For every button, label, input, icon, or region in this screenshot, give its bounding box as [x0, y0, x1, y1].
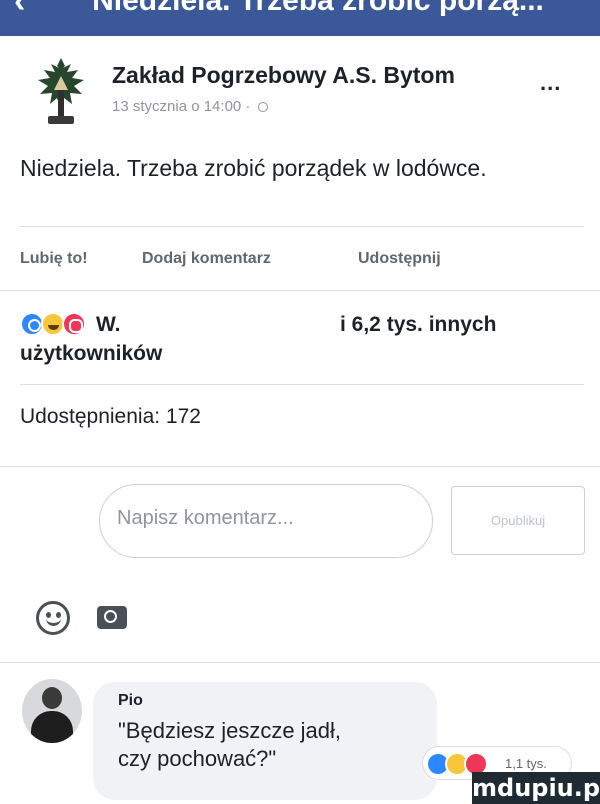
shares-count[interactable]: Udostępnienia: 172: [20, 405, 201, 429]
back-arrow-icon[interactable]: ‹: [14, 0, 25, 21]
emoji-icon[interactable]: [36, 601, 70, 635]
emoji-mouth: [46, 617, 61, 626]
divider: [0, 662, 600, 663]
love-reaction-icon: [62, 312, 86, 336]
reaction-users-label[interactable]: użytkowników: [20, 342, 162, 366]
comment-input[interactable]: Napisz komentarz...: [99, 484, 433, 558]
divider: [20, 226, 584, 227]
avatar-head: [42, 687, 62, 709]
post-date: 13 stycznia o 14:00 ·: [112, 98, 251, 115]
reaction-count[interactable]: i 6,2 tys. innych: [340, 313, 496, 337]
top-bar: ‹ Niedziela. Trzeba zrobić porzą...: [0, 0, 600, 36]
globe-icon: [257, 102, 268, 113]
comment-button[interactable]: Dodaj komentarz: [142, 250, 271, 268]
watermark: mdupiu.pl: [472, 772, 600, 804]
comment-author[interactable]: Pio: [118, 692, 143, 710]
avatar-body: [31, 711, 73, 743]
comment-text-line: czy pochować?": [118, 746, 277, 771]
reaction-user-name[interactable]: W.: [96, 313, 121, 337]
camera-icon[interactable]: [97, 606, 127, 629]
comment-placeholder: Napisz komentarz...: [117, 507, 294, 529]
like-button[interactable]: Lubię to!: [20, 250, 88, 268]
divider: [0, 466, 600, 467]
commenter-avatar[interactable]: [22, 679, 82, 743]
topbar-title: Niedziela. Trzeba zrobić porzą...: [92, 0, 544, 17]
divider: [0, 290, 600, 291]
page-avatar[interactable]: [34, 56, 88, 126]
post-timestamp[interactable]: 13 stycznia o 14:00 ·: [112, 98, 268, 115]
comment-text-line: "Będziesz jeszcze jadł,: [118, 718, 342, 743]
post-text: Niedziela. Trzeba zrobić porządek w lodó…: [20, 155, 487, 181]
more-options-button[interactable]: ...: [540, 70, 561, 96]
page-name[interactable]: Zakład Pogrzebowy A.S. Bytom: [112, 62, 455, 89]
publish-label: Opublikuj: [490, 513, 546, 528]
share-button[interactable]: Udostępnij: [358, 250, 441, 268]
publish-button[interactable]: Opublikuj: [451, 486, 585, 555]
divider: [20, 384, 584, 385]
comment-reaction-count: 1,1 tys.: [505, 756, 547, 771]
